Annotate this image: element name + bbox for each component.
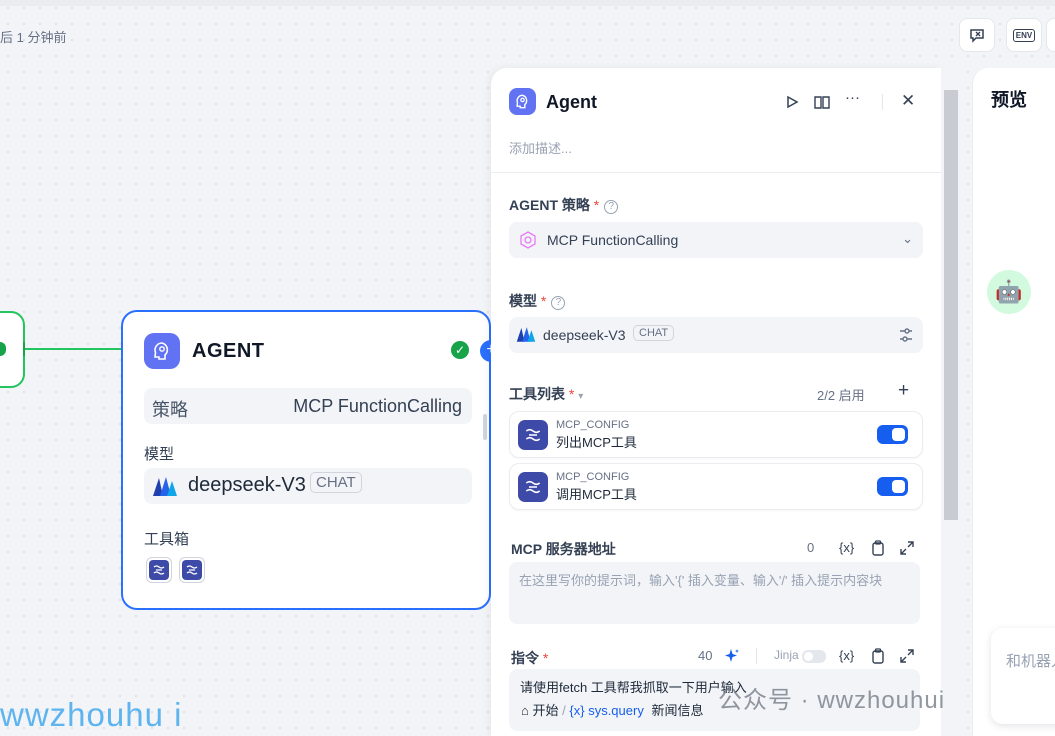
- description-input[interactable]: 添加描述...: [509, 138, 572, 157]
- mcp-tool-icon: [182, 560, 202, 580]
- tools-label: 工具列表 * ▾: [509, 386, 584, 402]
- strategy-label: AGENT 策略 *?: [509, 195, 619, 215]
- tool-name: 列出MCP工具: [556, 435, 637, 450]
- tool-card[interactable]: MCP_CONFIG 调用MCP工具: [509, 463, 923, 510]
- clipboard-icon[interactable]: [871, 540, 885, 556]
- preview-title: 预览: [991, 90, 1027, 110]
- tool-provider: MCP_CONFIG: [556, 471, 630, 483]
- tool-name: 调用MCP工具: [556, 487, 637, 502]
- model-select[interactable]: deepseek-V3 CHAT: [509, 317, 923, 353]
- node-strategy-label: 策略: [152, 400, 188, 420]
- home-icon: ⌂: [521, 703, 529, 718]
- strategy-icon: [520, 231, 536, 249]
- model-label: 模型 *?: [509, 291, 566, 311]
- book-icon[interactable]: [814, 95, 830, 109]
- watermark: 公众号 · wwzhouhui: [718, 687, 946, 714]
- tool-enable-toggle[interactable]: [877, 477, 908, 496]
- node-strategy-row: 策略 MCP FunctionCalling: [144, 388, 472, 424]
- deepseek-logo-icon: [516, 327, 536, 342]
- jinja-toggle[interactable]: [802, 650, 826, 663]
- node-model-badge: CHAT: [310, 472, 362, 493]
- chat-input[interactable]: 和机器人聊天: [991, 628, 1055, 724]
- add-tool-button[interactable]: +: [898, 380, 909, 402]
- feature-check-icon: [970, 29, 984, 43]
- env-icon: ENV: [1012, 28, 1036, 42]
- tools-count: 2/2 启用: [817, 388, 865, 403]
- run-icon[interactable]: [785, 95, 799, 109]
- panel-scrollbar-thumb[interactable]: [944, 90, 958, 520]
- more-icon[interactable]: ···: [845, 89, 860, 106]
- env-button[interactable]: ENV: [1006, 18, 1042, 52]
- top-bar: [0, 0, 1055, 6]
- instruction-label: 指令 *: [511, 650, 549, 666]
- mcp-server-label: MCP 服务器地址: [511, 541, 616, 557]
- insert-variable-icon[interactable]: {x}: [839, 540, 854, 555]
- tool-provider: MCP_CONFIG: [556, 419, 630, 431]
- preview-panel: 预览 🤖 和机器人聊天: [972, 68, 1055, 736]
- node-title: AGENT: [192, 340, 265, 362]
- agent-settings-panel: Agent ··· ✕ 添加描述... AGENT 策略 *? MCP Func…: [491, 68, 941, 736]
- agent-node[interactable]: AGENT ✓ + 策略 MCP FunctionCalling 模型 deep…: [121, 310, 502, 610]
- ai-sparkle-icon[interactable]: [724, 648, 740, 664]
- insert-variable-icon[interactable]: {x}: [839, 648, 854, 663]
- model-settings-icon[interactable]: [898, 327, 914, 343]
- expand-icon[interactable]: [900, 541, 914, 555]
- mcp-tool-icon: [518, 472, 548, 502]
- deepseek-logo-icon: [153, 477, 177, 496]
- toolbar-separator: [756, 648, 757, 664]
- help-icon: ?: [604, 200, 619, 214]
- toolbar-separator: [882, 94, 883, 110]
- instruction-count: 40: [698, 648, 713, 663]
- variable-chip: ⌂ 开始 / {x} sys.query 新闻信息: [521, 703, 704, 718]
- close-icon[interactable]: ✕: [901, 91, 915, 111]
- help-icon: ?: [551, 296, 566, 310]
- agent-brain-icon: [509, 88, 536, 115]
- node-tool-2: [179, 557, 205, 583]
- model-badge: CHAT: [633, 325, 675, 341]
- mcp-tool-icon: [518, 420, 548, 450]
- bot-avatar: 🤖: [987, 270, 1031, 314]
- expand-icon[interactable]: [900, 649, 914, 663]
- success-check-icon: ✓: [451, 341, 469, 359]
- more-toolbar-button[interactable]: [1046, 18, 1055, 52]
- watermark-left: wwzhouhu i: [0, 696, 183, 733]
- header-divider: [491, 172, 941, 173]
- mcp-server-count: 0: [807, 540, 815, 555]
- mcp-server-textarea[interactable]: 在这里写你的提示词，输入'{' 插入变量、输入'/' 插入提示内容块: [509, 562, 920, 624]
- chevron-down-icon: ⌄: [902, 231, 913, 246]
- jinja-label: Jinja: [774, 648, 799, 662]
- node-model-name: deepseek-V3: [188, 474, 306, 496]
- tool-card[interactable]: MCP_CONFIG 列出MCP工具: [509, 411, 923, 458]
- panel-title: Agent: [546, 92, 597, 112]
- mcp-tool-icon: [149, 560, 169, 580]
- tool-enable-toggle[interactable]: [877, 425, 908, 444]
- workflow-edge[interactable]: [25, 348, 122, 350]
- node-strategy-value: MCP FunctionCalling: [293, 396, 462, 416]
- clipboard-icon[interactable]: [871, 648, 885, 664]
- node-model-label: 模型: [144, 446, 175, 463]
- node-tool-1: [146, 557, 172, 583]
- agent-brain-icon: [144, 333, 180, 369]
- feature-check-button[interactable]: [959, 18, 995, 52]
- node-scroll-handle: [483, 414, 487, 440]
- autosave-status: 后 1 分钟前: [0, 30, 67, 45]
- strategy-select[interactable]: MCP FunctionCalling ⌄: [509, 222, 923, 258]
- node-toolbox-label: 工具箱: [144, 531, 190, 548]
